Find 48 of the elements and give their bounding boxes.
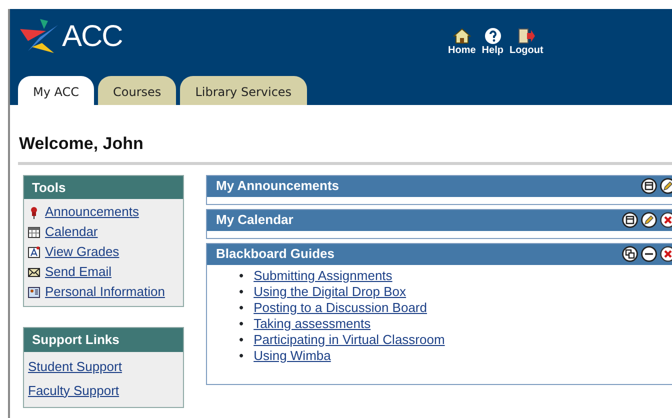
tool-link[interactable]: Send Email xyxy=(45,262,112,282)
envelope-icon xyxy=(28,266,40,278)
tool-link[interactable]: View Grades xyxy=(45,242,120,262)
bullet: • xyxy=(239,284,244,300)
welcome-heading: Welcome, John xyxy=(19,133,144,155)
window-icon[interactable] xyxy=(641,178,657,194)
minimize-icon[interactable] xyxy=(641,246,657,262)
bullet: • xyxy=(239,348,244,364)
bullet: • xyxy=(239,300,244,316)
pencil-icon[interactable] xyxy=(641,212,657,228)
door-icon xyxy=(517,27,536,45)
calendar-icon xyxy=(28,226,40,238)
tool-link[interactable]: Calendar xyxy=(45,222,98,242)
header-link[interactable]: Help xyxy=(482,27,504,57)
report-icon xyxy=(28,246,40,258)
pushpin-icon xyxy=(28,206,40,218)
module-title: Blackboard Guides xyxy=(216,245,336,264)
logo-text: ACC xyxy=(62,19,122,55)
guide-link[interactable]: Posting to a Discussion Board xyxy=(254,300,427,316)
tab[interactable]: Library Services xyxy=(180,76,307,105)
support-link[interactable]: Student Support xyxy=(28,358,122,374)
tab[interactable]: Courses xyxy=(98,76,176,105)
module-title: My Calendar xyxy=(216,211,294,230)
panel-title: Tools xyxy=(24,176,183,199)
id-card-icon xyxy=(28,286,40,298)
close-icon[interactable] xyxy=(660,246,672,262)
guide-link[interactable]: Submitting Assignments xyxy=(254,268,392,284)
pencil-icon[interactable] xyxy=(660,178,672,194)
header-link[interactable]: Logout xyxy=(509,27,544,57)
header-link[interactable]: Home xyxy=(448,27,476,57)
module-title: My Announcements xyxy=(216,177,340,196)
bullet: • xyxy=(239,316,244,332)
window-icon[interactable] xyxy=(622,212,638,228)
tool-link[interactable]: Announcements xyxy=(45,202,139,222)
guide-link[interactable]: Using Wimba xyxy=(254,348,331,364)
help-icon xyxy=(484,27,502,45)
guide-link[interactable]: Participating in Virtual Classroom xyxy=(254,332,445,348)
bullet: • xyxy=(239,268,244,284)
panel-title: Support Links xyxy=(24,328,183,352)
tab[interactable]: My ACC xyxy=(18,76,94,105)
close-icon[interactable] xyxy=(660,212,672,228)
bullet: • xyxy=(239,332,244,348)
guide-link[interactable]: Using the Digital Drop Box xyxy=(254,284,406,300)
home-icon xyxy=(452,27,471,45)
guide-link[interactable]: Taking assessments xyxy=(254,316,371,332)
tool-link[interactable]: Personal Information xyxy=(45,282,165,302)
restore-icon[interactable] xyxy=(622,246,638,262)
support-link[interactable]: Faculty Support xyxy=(28,382,120,398)
